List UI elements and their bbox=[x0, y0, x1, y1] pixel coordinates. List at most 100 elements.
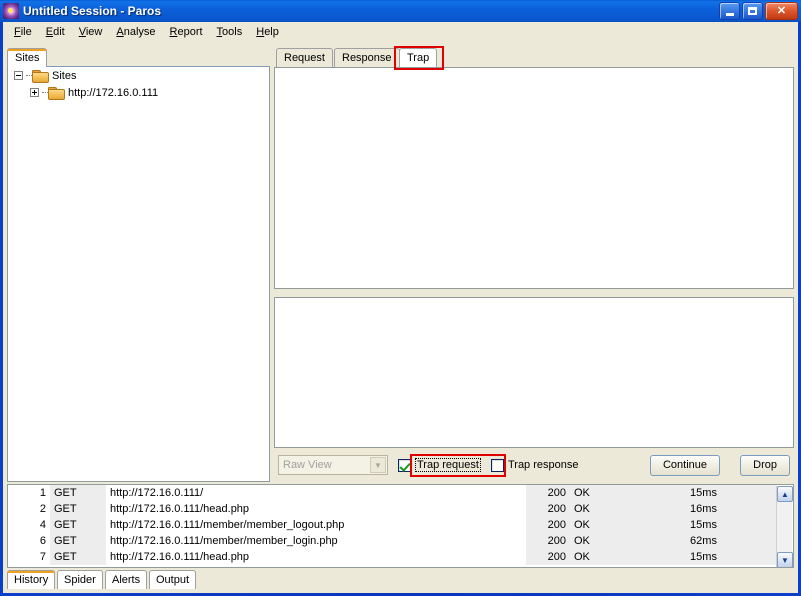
tab-request-label: Request bbox=[284, 52, 325, 64]
cell-method: GET bbox=[50, 501, 106, 517]
table-row[interactable]: 1 GET http://172.16.0.111/200 OK 15ms bbox=[8, 485, 777, 501]
menu-report[interactable]: Report bbox=[163, 24, 210, 40]
tab-spider[interactable]: Spider bbox=[57, 570, 103, 589]
trap-control-bar: Raw View ▼ Trap request Trap response Co… bbox=[274, 452, 794, 478]
minimize-icon bbox=[725, 12, 734, 16]
collapse-icon[interactable] bbox=[14, 71, 23, 80]
tab-alerts[interactable]: Alerts bbox=[105, 570, 148, 589]
tab-response[interactable]: Response bbox=[334, 48, 400, 67]
trap-response-checkbox-group[interactable]: Trap response bbox=[490, 458, 579, 472]
cell-time: 15ms bbox=[630, 517, 777, 533]
table-row[interactable]: 4 GET http://172.16.0.111/member/member_lo… bbox=[8, 517, 777, 533]
menu-label: elp bbox=[264, 26, 279, 38]
folder-icon bbox=[48, 86, 65, 100]
tree-node-host[interactable]: http://172.16.0.111 bbox=[8, 84, 269, 101]
folder-icon bbox=[32, 69, 49, 83]
minimize-button[interactable] bbox=[719, 2, 740, 20]
paros-flower-icon bbox=[3, 3, 19, 19]
chevron-down-icon[interactable]: ▼ bbox=[370, 457, 386, 473]
window-controls: ✕ bbox=[719, 2, 798, 20]
right-tabstrip: Request Response Trap bbox=[274, 46, 794, 70]
history-scrollbar[interactable]: ▲ ▼ bbox=[776, 486, 793, 567]
maximize-button[interactable] bbox=[742, 2, 763, 20]
drop-button[interactable]: Drop bbox=[740, 454, 790, 476]
tab-label: Output bbox=[156, 574, 190, 586]
window-title: Untitled Session - Paros bbox=[23, 4, 162, 18]
menu-help[interactable]: Help bbox=[249, 24, 286, 40]
cell-time: 15ms bbox=[630, 549, 777, 565]
scroll-down-button[interactable]: ▼ bbox=[777, 552, 793, 567]
request-response-panel: Request Response Trap Raw View ▼ Trap re… bbox=[274, 46, 794, 482]
tree-node-label: http://172.16.0.111 bbox=[68, 86, 159, 99]
cell-method: GET bbox=[50, 517, 106, 533]
menu-label: dit bbox=[53, 26, 65, 38]
menu-mnemonic: V bbox=[78, 26, 86, 38]
tab-label: Alerts bbox=[112, 574, 141, 586]
cell-status-code: 200 bbox=[526, 533, 570, 549]
menu-label: ools bbox=[222, 26, 243, 38]
cell-status-reason: OK bbox=[570, 533, 630, 549]
cell-status-reason: OK bbox=[570, 501, 630, 517]
cell-url: http://172.16.0.111/ bbox=[110, 487, 204, 499]
trap-response-label: Trap response bbox=[507, 459, 579, 471]
cell-status-code: 200 bbox=[526, 485, 570, 501]
history-rows: 1 GET http://172.16.0.111/200 OK 15ms 2 GET htt… bbox=[8, 485, 777, 565]
tab-trap[interactable]: Trap bbox=[399, 48, 438, 67]
close-button[interactable]: ✕ bbox=[765, 2, 798, 20]
table-row[interactable]: 2 GET http://172.16.0.111/head.php 200 OK 16m… bbox=[8, 501, 777, 517]
tree-node-sites[interactable]: Sites bbox=[8, 67, 269, 84]
sites-tree[interactable]: Sites http://172.16.0.111 bbox=[7, 66, 270, 482]
menu-edit[interactable]: Edit bbox=[39, 24, 72, 40]
client-area: File Edit View Analyse Report Tools Help… bbox=[3, 22, 798, 593]
cell-status-code: 200 bbox=[526, 501, 570, 517]
tab-request[interactable]: Request bbox=[276, 48, 333, 67]
trap-request-label: Trap request bbox=[415, 458, 481, 472]
cell-status-reason: OK bbox=[570, 485, 630, 501]
menu-mnemonic: E bbox=[45, 26, 54, 38]
cell-url: http://172.16.0.111/member/member_login.… bbox=[110, 535, 338, 547]
cell-time: 15ms bbox=[630, 485, 777, 501]
trap-response-checkbox[interactable] bbox=[490, 458, 504, 472]
menu-mnemonic: H bbox=[256, 26, 265, 38]
cell-time: 62ms bbox=[630, 533, 777, 549]
expand-icon[interactable] bbox=[30, 88, 39, 97]
tab-trap-label: Trap bbox=[407, 52, 430, 64]
menu-view[interactable]: View bbox=[72, 24, 110, 40]
tab-output[interactable]: Output bbox=[149, 570, 197, 589]
status-bar bbox=[3, 589, 798, 593]
tab-history[interactable]: History bbox=[7, 570, 56, 589]
history-table[interactable]: 1 GET http://172.16.0.111/200 OK 15ms 2 GET htt… bbox=[7, 484, 794, 568]
view-mode-select[interactable]: Raw View ▼ bbox=[278, 455, 388, 475]
scroll-up-button[interactable]: ▲ bbox=[777, 486, 793, 502]
cell-method: GET bbox=[50, 533, 106, 549]
cell-id: 6 bbox=[39, 535, 46, 547]
menu-analyse[interactable]: Analyse bbox=[109, 24, 162, 40]
tab-sites[interactable]: Sites bbox=[7, 48, 48, 67]
cell-id: 1 bbox=[39, 487, 46, 499]
trap-body-editor[interactable] bbox=[274, 297, 794, 448]
menu-mnemonic: F bbox=[14, 26, 21, 38]
menu-tools[interactable]: Tools bbox=[210, 24, 250, 40]
trap-request-checkbox-group[interactable]: Trap request bbox=[398, 458, 481, 472]
trap-request-checkbox[interactable] bbox=[398, 458, 411, 472]
menu-bar: File Edit View Analyse Report Tools Help bbox=[3, 22, 798, 42]
table-row[interactable]: 7 GET http://172.16.0.111/head.php 200 OK 15m… bbox=[8, 549, 777, 565]
tree-node-label: Sites bbox=[52, 69, 77, 82]
close-icon: ✕ bbox=[776, 4, 787, 17]
tab-label: Spider bbox=[64, 574, 96, 586]
cell-method: GET bbox=[50, 549, 106, 565]
drop-button-label: Drop bbox=[753, 459, 777, 471]
cell-status-code: 200 bbox=[526, 517, 570, 533]
continue-button[interactable]: Continue bbox=[649, 454, 720, 476]
menu-label: ile bbox=[20, 26, 32, 38]
trap-request-editor[interactable] bbox=[274, 67, 794, 289]
menu-file[interactable]: File bbox=[7, 24, 39, 40]
table-row[interactable]: 6 GET http://172.16.0.111/member/member_lo… bbox=[8, 533, 777, 549]
menu-label: iew bbox=[85, 26, 103, 38]
menu-label: eport bbox=[177, 26, 203, 38]
cell-url: http://172.16.0.111/head.php bbox=[110, 551, 250, 563]
title-bar: Untitled Session - Paros ✕ bbox=[0, 0, 801, 22]
cell-method: GET bbox=[50, 485, 106, 501]
cell-id: 2 bbox=[39, 503, 46, 515]
view-mode-value: Raw View bbox=[283, 459, 332, 471]
